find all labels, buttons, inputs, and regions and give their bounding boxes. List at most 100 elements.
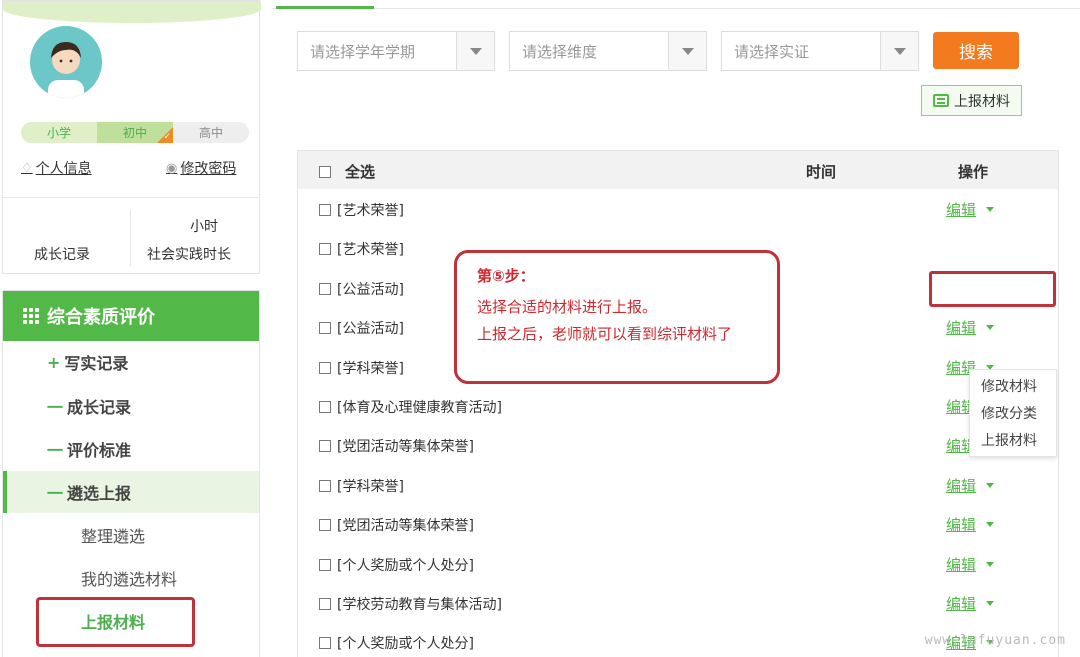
row-actions: 编辑 <box>946 554 995 575</box>
edit-link[interactable]: 编辑 <box>946 554 976 575</box>
term-select-placeholder: 请选择学年学期 <box>310 42 416 61</box>
grid-icon <box>23 308 39 324</box>
dimension-select-placeholder: 请选择维度 <box>522 42 598 61</box>
evidence-select[interactable]: 请选择实证 <box>721 31 919 71</box>
table-row: [学科荣誉] 编辑 <box>298 465 1058 504</box>
menu-header[interactable]: 综合素质评价 <box>3 291 259 341</box>
caret-down-icon[interactable] <box>986 561 995 567</box>
row-checkbox[interactable] <box>319 479 331 492</box>
menu-title: 综合素质评价 <box>47 307 155 328</box>
dropdown-edit-material[interactable]: 修改材料 <box>970 372 1058 399</box>
term-select[interactable]: 请选择学年学期 <box>297 31 495 71</box>
stats-area: 小时 成长记录 社会实践时长 <box>3 197 259 273</box>
row-category: [公益活动] <box>337 281 404 298</box>
row-category: [学科荣誉] <box>337 478 404 495</box>
table-row: [个人奖励或个人处分] 编辑 <box>298 544 1058 583</box>
row-checkbox[interactable] <box>319 322 331 335</box>
submenu-my-materials[interactable]: 我的遴选材料 <box>3 557 259 599</box>
row-name: [公益活动] <box>319 279 404 299</box>
edit-link[interactable]: 编辑 <box>946 475 976 496</box>
edit-link[interactable]: 编辑 <box>946 514 976 535</box>
dimension-select[interactable]: 请选择维度 <box>509 31 707 71</box>
row-name: [公益活动] <box>319 318 404 338</box>
row-checkbox[interactable] <box>319 637 331 650</box>
table-row: [体育及心理健康教育活动] 编辑 <box>298 386 1058 425</box>
menu-item-growth-record[interactable]: 一 成长记录 <box>3 385 259 427</box>
edit-link[interactable]: 编辑 <box>946 593 976 614</box>
evidence-select-toggle[interactable] <box>880 32 918 70</box>
edit-link[interactable]: 编辑 <box>946 317 976 338</box>
level-tab-middle[interactable]: 初中 ✓ <box>97 122 173 143</box>
row-actions: 编辑 <box>946 475 995 496</box>
row-checkbox[interactable] <box>319 598 331 610</box>
caret-down-icon[interactable] <box>986 482 995 488</box>
row-category: [学校劳动教育与集体活动] <box>337 597 502 613</box>
check-icon: ✓ <box>163 132 171 142</box>
search-button[interactable]: 搜索 <box>933 32 1019 69</box>
menu-item-label: 遴选上报 <box>67 484 132 503</box>
row-name: [党团活动等集体荣誉] <box>319 436 474 456</box>
annotation-highlight-box <box>36 597 195 647</box>
document-icon <box>933 94 949 107</box>
dropdown-report-material[interactable]: 上报材料 <box>970 426 1058 453</box>
menu-item-eval-standard[interactable]: 一 评价标准 <box>3 428 259 470</box>
select-all-header[interactable]: 全选 <box>319 161 375 182</box>
social-practice-stat[interactable]: 社会实践时长 <box>147 244 231 264</box>
annotation-line-2: 上报之后，老师就可以看到综评材料了 <box>477 325 733 343</box>
sidebar: 小学 初中 ✓ 高中 ♢ 个人信息 ◉ 修改密码 小时 成长记录 社会实践时长 <box>0 0 262 657</box>
upload-materials-button[interactable]: 上报材料 <box>921 85 1022 116</box>
menu-item-factual-record[interactable]: + 写实记录 <box>3 341 259 383</box>
evidence-select-placeholder: 请选择实证 <box>734 42 810 61</box>
table-row: [党团活动等集体荣誉] 编辑 <box>298 425 1058 464</box>
dropdown-edit-category[interactable]: 修改分类 <box>970 399 1058 426</box>
caret-down-icon[interactable] <box>986 207 995 212</box>
caret-down-icon[interactable] <box>986 522 995 528</box>
personal-info-link[interactable]: ♢ 个人信息 <box>21 158 92 178</box>
annotation-title: 第⑤步： <box>477 267 535 285</box>
personal-info-label: 个人信息 <box>35 161 92 177</box>
row-category: [艺术荣誉] <box>337 203 404 219</box>
menu-item-label: 评价标准 <box>67 441 132 460</box>
level-tab-primary[interactable]: 小学 <box>21 122 97 143</box>
row-checkbox[interactable] <box>319 519 331 532</box>
main-content: 请选择学年学期 请选择维度 请选择实证 搜索 上报材料 全选 时间 操作 [艺术… <box>262 0 1080 657</box>
row-name: [个人奖励或个人处分] <box>319 555 474 575</box>
level-tab-high[interactable]: 高中 <box>173 122 249 143</box>
select-all-label: 全选 <box>345 163 376 181</box>
row-actions: 编辑 <box>946 199 995 220</box>
row-action-dropdown: 修改材料 修改分类 上报材料 <box>969 369 1057 457</box>
profile-links: ♢ 个人信息 ◉ 修改密码 <box>21 158 249 178</box>
table-row: [艺术荣誉] 编辑 <box>298 189 1058 228</box>
row-checkbox[interactable] <box>319 204 331 216</box>
term-select-toggle[interactable] <box>456 32 494 70</box>
row-category: [体育及心理健康教育活动] <box>337 400 502 416</box>
row-name: [艺术荣誉] <box>319 200 404 220</box>
avatar[interactable] <box>30 26 102 98</box>
row-category: [艺术荣誉] <box>337 242 404 259</box>
change-password-label: 修改密码 <box>180 161 237 177</box>
menu-item-select-report[interactable]: 一 遴选上报 <box>3 471 259 513</box>
caret-down-icon[interactable] <box>986 601 995 606</box>
edit-link[interactable]: 编辑 <box>946 199 976 220</box>
row-checkbox[interactable] <box>319 558 331 571</box>
submenu-organize-select[interactable]: 整理遴选 <box>3 514 259 556</box>
diamond-icon: ♢ <box>21 160 33 176</box>
row-checkbox[interactable] <box>319 282 331 295</box>
select-all-checkbox[interactable] <box>319 165 331 178</box>
time-header: 时间 <box>806 163 837 181</box>
row-category: [公益活动] <box>337 321 404 338</box>
row-checkbox[interactable] <box>319 401 331 413</box>
row-checkbox[interactable] <box>319 243 331 256</box>
caret-down-icon[interactable] <box>986 325 995 331</box>
row-name: [个人奖励或个人处分] <box>319 633 474 653</box>
row-checkbox[interactable] <box>319 440 331 453</box>
dimension-select-toggle[interactable] <box>668 32 706 70</box>
growth-record-stat[interactable]: 成长记录 <box>34 244 90 264</box>
change-password-link[interactable]: ◉ 修改密码 <box>166 158 236 178</box>
row-actions: 编辑 <box>946 317 995 338</box>
table-header: 全选 时间 操作 <box>298 151 1058 189</box>
step-annotation: 第⑤步： 选择合适的材料进行上报。 上报之后，老师就可以看到综评材料了 <box>454 250 780 384</box>
row-checkbox[interactable] <box>319 361 331 374</box>
row-category: [党团活动等集体荣誉] <box>337 518 474 535</box>
play-circle-icon: ◉ <box>166 160 178 176</box>
